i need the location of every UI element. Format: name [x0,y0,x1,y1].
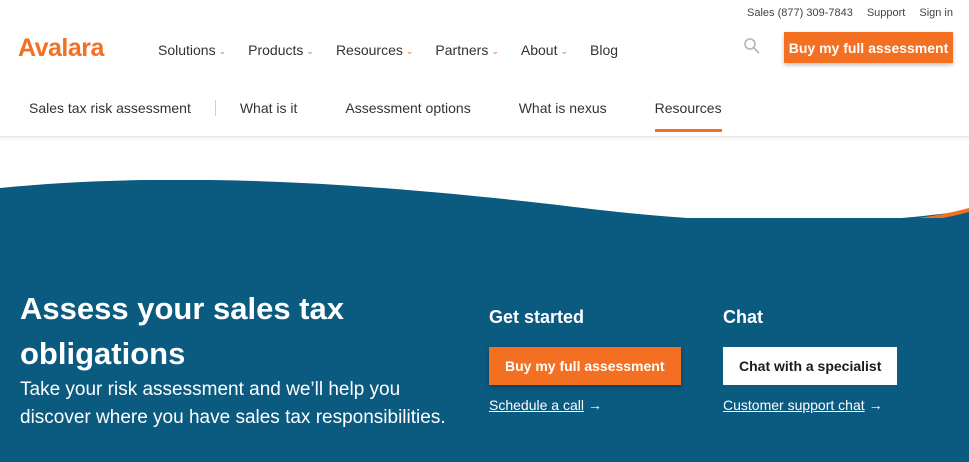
nav-item-label: About [520,42,558,58]
support-link[interactable]: Support [867,7,906,19]
support-chat-label: Customer support chat [723,397,865,413]
chevron-down-icon: ⌄ [491,45,499,56]
nav-item-label: Products [248,42,304,58]
nav-item-label: Solutions [158,42,216,58]
nav-item-products[interactable]: Products ⌄ [248,42,314,58]
nav-item-about[interactable]: About ⌄ [521,42,568,58]
subnav-item-resources[interactable]: Resources [654,100,722,132]
avalara-logo[interactable]: Avalara [18,34,104,63]
chevron-down-icon: ⌄ [560,45,569,56]
get-started-column: Get started Buy my full assessment Sched… [489,307,681,415]
support-chat-link[interactable]: Customer support chat → [723,397,883,413]
nav-item-resources[interactable]: Resources ⌄ [336,42,413,58]
utility-bar: Sales (877) 309-7843 Support Sign in [747,7,953,19]
nav-item-blog[interactable]: Blog [590,42,618,58]
sales-phone-link[interactable]: Sales (877) 309-7843 [747,7,853,19]
nav-item-label: Resources [335,42,403,58]
chat-column: Chat Chat with a specialist Customer sup… [723,307,898,415]
nav-item-solutions[interactable]: Solutions ⌄ [158,42,226,58]
subnav-item-what-is-it[interactable]: What is it [240,100,298,116]
hero-lead: Take your risk assessment and we’ll help… [20,379,446,428]
chat-heading: Chat [723,307,763,327]
chevron-down-icon: ⌄ [218,45,227,56]
subnav-item-assessment-options[interactable]: Assessment options [345,100,470,116]
schedule-call-link[interactable]: Schedule a call → [489,397,602,413]
nav-item-label: Partners [435,42,489,58]
nav-item-partners[interactable]: Partners ⌄ [435,42,498,58]
get-started-heading: Get started [489,307,585,327]
signin-link[interactable]: Sign in [919,7,953,19]
arrow-right-icon: → [868,397,883,413]
chat-specialist-button[interactable]: Chat with a specialist [723,347,898,385]
chevron-down-icon: ⌄ [306,45,314,56]
subnav-item-risk-assessment[interactable]: Sales tax risk assessment [29,100,216,116]
main-nav: Avalara Solutions ⌄ Products ⌄ Resources ⌄ … [0,28,969,74]
buy-assessment-button[interactable]: Buy my full assessment [784,32,953,63]
nav-item-label: Blog [590,42,619,58]
schedule-call-label: Schedule a call [489,397,584,413]
arrow-right-icon: → [587,397,602,413]
search-icon[interactable] [743,37,761,55]
nav-links: Solutions ⌄ Products ⌄ Resources ⌄ Partners… [158,42,618,58]
hero-buy-assessment-button[interactable]: Buy my full assessment [489,347,681,385]
hero-section: Assess your sales tax obligations Take y… [0,218,969,462]
sub-nav: Sales tax risk assessment What is it Ass… [0,88,969,137]
chevron-down-icon: ⌄ [405,45,414,56]
hero-title: Assess your sales tax obligations [20,291,344,371]
subnav-item-what-is-nexus[interactable]: What is nexus [519,100,607,116]
